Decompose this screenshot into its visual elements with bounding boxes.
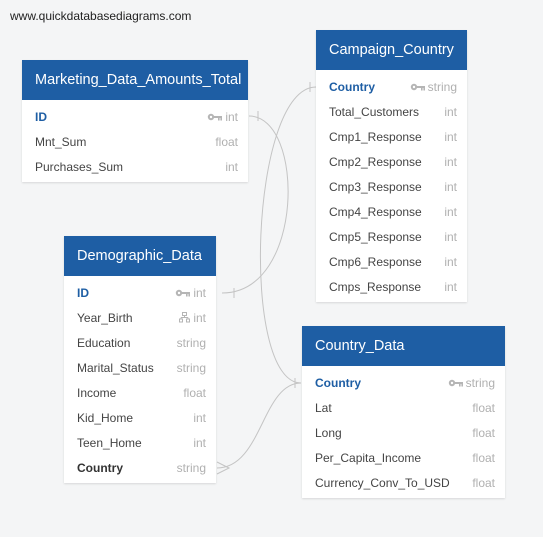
field-type: int	[225, 109, 238, 124]
field-name: Cmp1_Response	[329, 129, 422, 144]
field-name: Teen_Home	[77, 435, 142, 450]
field-type: string	[465, 375, 495, 390]
field-name: Long	[315, 425, 342, 440]
hierarchy-icon	[179, 312, 191, 323]
field-row-cmps-response[interactable]: Cmps_Response int	[316, 274, 467, 299]
field-name: Purchases_Sum	[35, 159, 124, 174]
field-type: int	[444, 229, 457, 244]
field-row-cmp3-response[interactable]: Cmp3_Response int	[316, 174, 467, 199]
key-icon	[410, 83, 425, 91]
field-name: Per_Capita_Income	[315, 450, 422, 465]
field-name: Marital_Status	[77, 360, 154, 375]
field-type: int	[444, 279, 457, 294]
field-row-cmp1-response[interactable]: Cmp1_Response int	[316, 124, 467, 149]
field-name: Income	[77, 385, 117, 400]
field-type: string	[427, 79, 457, 94]
field-name: Country	[77, 460, 123, 475]
table-title[interactable]: Demographic_Data	[64, 236, 216, 276]
field-name: Cmp3_Response	[329, 179, 422, 194]
field-row-id[interactable]: ID int	[64, 280, 216, 305]
field-name: Cmp6_Response	[329, 254, 422, 269]
field-type: int	[444, 104, 457, 119]
table-title[interactable]: Campaign_Country	[316, 30, 467, 70]
field-type: int	[193, 310, 206, 325]
field-type: int	[193, 435, 206, 450]
field-name: Country	[329, 79, 375, 94]
field-type: string	[176, 335, 206, 350]
key-icon	[448, 379, 463, 387]
field-name: ID	[77, 285, 89, 300]
field-row-marital-status[interactable]: Marital_Status string	[64, 355, 216, 380]
field-row-cmp4-response[interactable]: Cmp4_Response int	[316, 199, 467, 224]
table-title[interactable]: Country_Data	[302, 326, 505, 366]
field-name: Lat	[315, 400, 332, 415]
field-row-education[interactable]: Education string	[64, 330, 216, 355]
field-name: Education	[77, 335, 131, 350]
field-type: int	[444, 204, 457, 219]
field-type: int	[444, 179, 457, 194]
field-type: int	[225, 159, 238, 174]
field-row-long[interactable]: Long float	[302, 420, 505, 445]
field-type: float	[472, 450, 495, 465]
field-name: ID	[35, 109, 47, 124]
field-type: float	[472, 425, 495, 440]
key-icon	[207, 113, 223, 121]
field-row-teen-home[interactable]: Teen_Home int	[64, 430, 216, 455]
field-name: Total_Customers	[329, 104, 420, 119]
field-row-id[interactable]: ID int	[22, 104, 248, 129]
table-marketing-data-amounts-total[interactable]: Marketing_Data_Amounts_Total ID int Mnt_…	[22, 60, 248, 182]
field-name: Year_Birth	[77, 310, 133, 325]
field-type: string	[176, 460, 206, 475]
table-title[interactable]: Marketing_Data_Amounts_Total	[22, 60, 248, 100]
table-country-data[interactable]: Country_Data Country string Lat float Lo…	[302, 326, 505, 498]
field-row-mnt-sum[interactable]: Mnt_Sum float	[22, 129, 248, 154]
field-type: int	[444, 154, 457, 169]
field-row-country[interactable]: Country string	[316, 74, 467, 99]
field-type: int	[444, 129, 457, 144]
field-row-year-birth[interactable]: Year_Birth int	[64, 305, 216, 330]
field-row-total-customers[interactable]: Total_Customers int	[316, 99, 467, 124]
field-row-per-capita-income[interactable]: Per_Capita_Income float	[302, 445, 505, 470]
field-type: int	[193, 410, 206, 425]
field-row-income[interactable]: Income float	[64, 380, 216, 405]
field-type: float	[215, 134, 238, 149]
field-name: Cmp4_Response	[329, 204, 422, 219]
field-row-cmp6-response[interactable]: Cmp6_Response int	[316, 249, 467, 274]
field-type: string	[176, 360, 206, 375]
field-name: Kid_Home	[77, 410, 134, 425]
field-type: float	[183, 385, 206, 400]
table-campaign-country[interactable]: Campaign_Country Country string Total_Cu…	[316, 30, 467, 302]
field-row-currency-conv-to-usd[interactable]: Currency_Conv_To_USD float	[302, 470, 505, 495]
field-row-lat[interactable]: Lat float	[302, 395, 505, 420]
field-row-kid-home[interactable]: Kid_Home int	[64, 405, 216, 430]
field-row-purchases-sum[interactable]: Purchases_Sum int	[22, 154, 248, 179]
field-type: int	[444, 254, 457, 269]
field-type: float	[472, 400, 495, 415]
field-row-cmp2-response[interactable]: Cmp2_Response int	[316, 149, 467, 174]
link-demographic-country	[216, 382, 302, 469]
field-name: Currency_Conv_To_USD	[315, 475, 450, 490]
field-type: float	[472, 475, 495, 490]
field-type: int	[193, 285, 206, 300]
field-name: Mnt_Sum	[35, 134, 87, 149]
field-name: Cmps_Response	[329, 279, 422, 294]
field-name: Country	[315, 375, 361, 390]
field-name: Cmp5_Response	[329, 229, 422, 244]
table-demographic-data[interactable]: Demographic_Data ID int Year_Birth int E…	[64, 236, 216, 483]
field-row-country[interactable]: Country string	[64, 455, 216, 480]
field-row-cmp5-response[interactable]: Cmp5_Response int	[316, 224, 467, 249]
key-icon	[175, 289, 191, 297]
field-name: Cmp2_Response	[329, 154, 422, 169]
field-row-country[interactable]: Country string	[302, 370, 505, 395]
